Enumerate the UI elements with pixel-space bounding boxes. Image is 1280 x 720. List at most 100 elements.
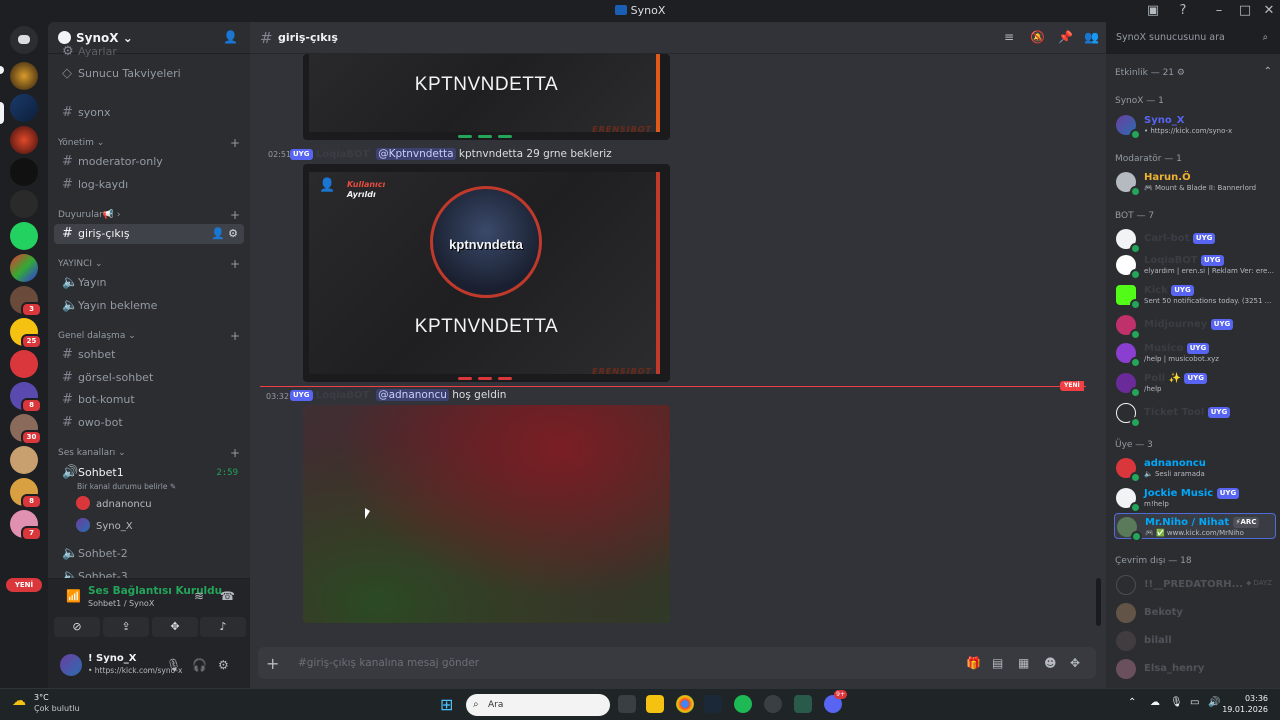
member-item[interactable]: Bekoty [1114, 600, 1276, 626]
member-item[interactable]: Jockie Music UYG m!help [1114, 485, 1276, 513]
user-mention[interactable]: @Kptnvndetta [376, 148, 456, 160]
avatar[interactable] [60, 654, 82, 676]
start-icon[interactable]: ⊞ [440, 695, 453, 714]
voice-channel-sohbet-2[interactable]: 🔈Sohbet-2 [54, 544, 244, 564]
server-synox-icon[interactable] [10, 94, 38, 122]
category-genel[interactable]: Genel dalaşma ⌄ + [58, 329, 244, 345]
add-channel-icon[interactable]: + [230, 446, 240, 460]
image-attachment[interactable] [303, 405, 670, 623]
member-item[interactable]: Carl-bot UYG [1114, 226, 1276, 254]
emoji-icon[interactable]: ☻ [1044, 656, 1057, 670]
voice-user[interactable]: Syno_X [76, 518, 133, 536]
apps-icon[interactable]: ✥ [1070, 656, 1080, 670]
channel-boosts[interactable]: ◇ Sunucu Takviyeleri [54, 64, 244, 84]
member-item[interactable]: LoqiaBOT UYG elyardım | eren.si | Reklam… [1114, 252, 1276, 280]
server-icon[interactable] [10, 126, 38, 154]
channel-sohbet[interactable]: # sohbet [54, 345, 244, 365]
signal-icon[interactable]: 📶 [66, 589, 81, 603]
channel-gorsel-sohbet[interactable]: # görsel-sohbet [54, 368, 244, 388]
add-channel-icon[interactable]: + [230, 329, 240, 343]
channel-giris-cikis[interactable]: # giriş-çıkış 👤 ⚙ [54, 224, 244, 244]
threads-icon[interactable]: ≡ [1004, 30, 1014, 44]
server-icon[interactable] [10, 158, 38, 186]
channel-moderator-only[interactable]: # moderator-only [54, 152, 244, 172]
server-icon[interactable]: 25 [10, 318, 42, 349]
file-explorer-icon[interactable] [646, 695, 664, 713]
member-item[interactable]: bilall [1114, 628, 1276, 654]
help-icon[interactable]: ? [1174, 2, 1192, 20]
member-item[interactable]: Elsa_henry [1114, 656, 1276, 682]
cloud-icon[interactable]: ☁ [1150, 697, 1160, 708]
taskbar-search[interactable]: ⌕ Ara [466, 694, 610, 716]
soundboard-button[interactable]: ♪ [200, 617, 246, 637]
headphones-icon[interactable]: 🎧 [192, 658, 207, 672]
member-item[interactable]: Poll ✨ UYG /help [1114, 370, 1276, 398]
sticker-icon[interactable]: ▦ [1018, 656, 1029, 670]
voice-user[interactable]: adnanoncu [76, 496, 152, 514]
gift-icon[interactable]: 🎁 [966, 656, 981, 670]
message-author[interactable]: LoqiaBOT [316, 390, 370, 401]
add-channel-icon[interactable]: + [230, 136, 240, 150]
member-item[interactable]: !!__PREDATORH... ⬥ DAYZ [1114, 572, 1276, 598]
server-icon[interactable]: 7 [10, 510, 42, 541]
network-icon[interactable]: ▭ [1190, 697, 1199, 708]
channel-settings-icon[interactable]: 👤 ⚙ [211, 224, 238, 244]
server-icon[interactable] [10, 190, 38, 218]
screen-share-button[interactable]: ⇪ [103, 617, 149, 637]
weather-temp[interactable]: 3°C [34, 693, 49, 702]
member-item[interactable]: Midjourney UYG [1114, 312, 1276, 340]
member-item[interactable]: Mr.Niho / Nihat ⚡ARC 🎮 ✅ www.kick.com/Mr… [1114, 513, 1276, 542]
category-yayinci[interactable]: YAYINCI ⌄ + [58, 257, 244, 273]
chrome-icon[interactable] [676, 695, 694, 713]
server-icon[interactable] [10, 350, 38, 378]
scrollbar[interactable] [1096, 578, 1101, 626]
channel-yayin-bekleme[interactable]: 🔈Yayın bekleme [54, 296, 244, 316]
close-button[interactable]: ✕ [1260, 2, 1278, 20]
notifications-icon[interactable]: 🔕 [1030, 30, 1045, 44]
disconnect-icon[interactable]: ☎ [220, 589, 235, 603]
server-icon[interactable]: 8 [10, 478, 42, 509]
category-duyurular[interactable]: Duyurular📢 › + [58, 208, 244, 224]
chevron-up-icon[interactable]: ⌃ [1128, 697, 1136, 708]
task-view-icon[interactable] [618, 695, 636, 713]
inbox-icon[interactable]: ▣ [1144, 2, 1162, 20]
server-icon[interactable]: 8 [10, 382, 42, 413]
app-icon[interactable] [794, 695, 812, 713]
user-settings-icon[interactable]: ⚙ [218, 658, 229, 672]
member-item[interactable]: Ticket Tool UYG [1114, 400, 1276, 428]
chevron-up-icon[interactable]: ⌃ [1264, 66, 1272, 77]
member-list-icon[interactable]: 👥 [1084, 30, 1099, 44]
clock[interactable]: 03:36 19.01.2026 [1222, 693, 1268, 715]
server-icon[interactable] [10, 62, 38, 90]
channel-yayin[interactable]: 🔈Yayın [54, 273, 244, 293]
add-channel-icon[interactable]: + [230, 208, 240, 222]
microphone-icon[interactable]: 🎙 [166, 658, 181, 672]
member-item[interactable]: Musico UYG /help | musicobot.xyz [1114, 340, 1276, 368]
minimize-button[interactable]: – [1210, 2, 1228, 20]
weather-icon[interactable]: ☁ [12, 693, 26, 709]
volume-icon[interactable]: 🔊 [1208, 697, 1220, 708]
channel-partial[interactable]: ⚙ Ayarlar [54, 42, 244, 62]
server-search-input[interactable]: SynoX sunucusunu ara ⌕ [1110, 28, 1274, 48]
category-yonetim[interactable]: Yönetim ⌄ + [58, 136, 244, 152]
server-kick-icon[interactable] [10, 222, 38, 250]
server-icon[interactable]: 30 [10, 414, 42, 445]
member-item[interactable]: adnanoncu 🔈 Sesli aramada [1114, 455, 1276, 483]
activity-header[interactable]: Etkinlik — 21 ⚙ [1115, 68, 1185, 78]
discord-taskbar-icon[interactable]: 9+ [824, 690, 847, 713]
channel-bot-komut[interactable]: # bot-komut [54, 390, 244, 410]
username[interactable]: ! Syno_X [88, 653, 136, 664]
new-unreads-pill[interactable]: YENİ [6, 578, 42, 592]
server-icon[interactable]: 3 [10, 286, 42, 317]
direct-messages-icon[interactable] [10, 26, 38, 54]
server-icon[interactable] [10, 254, 38, 282]
channel-status[interactable]: Bir kanal durumu belirle ✎ [77, 478, 176, 496]
camera-off-button[interactable]: ⊘ [54, 617, 100, 637]
message-author[interactable]: LoqiaBOT [316, 149, 370, 160]
noise-suppression-icon[interactable]: ≋ [194, 589, 204, 603]
member-item[interactable]: Kick UYG Sent 50 notifications today. (3… [1114, 282, 1276, 310]
gif-icon[interactable]: ▤ [992, 656, 1003, 670]
add-channel-icon[interactable]: + [230, 257, 240, 271]
channel-log-kaydi[interactable]: # log-kaydı [54, 175, 244, 195]
category-ses-kanallari[interactable]: Ses kanalları ⌄ + [58, 446, 244, 462]
